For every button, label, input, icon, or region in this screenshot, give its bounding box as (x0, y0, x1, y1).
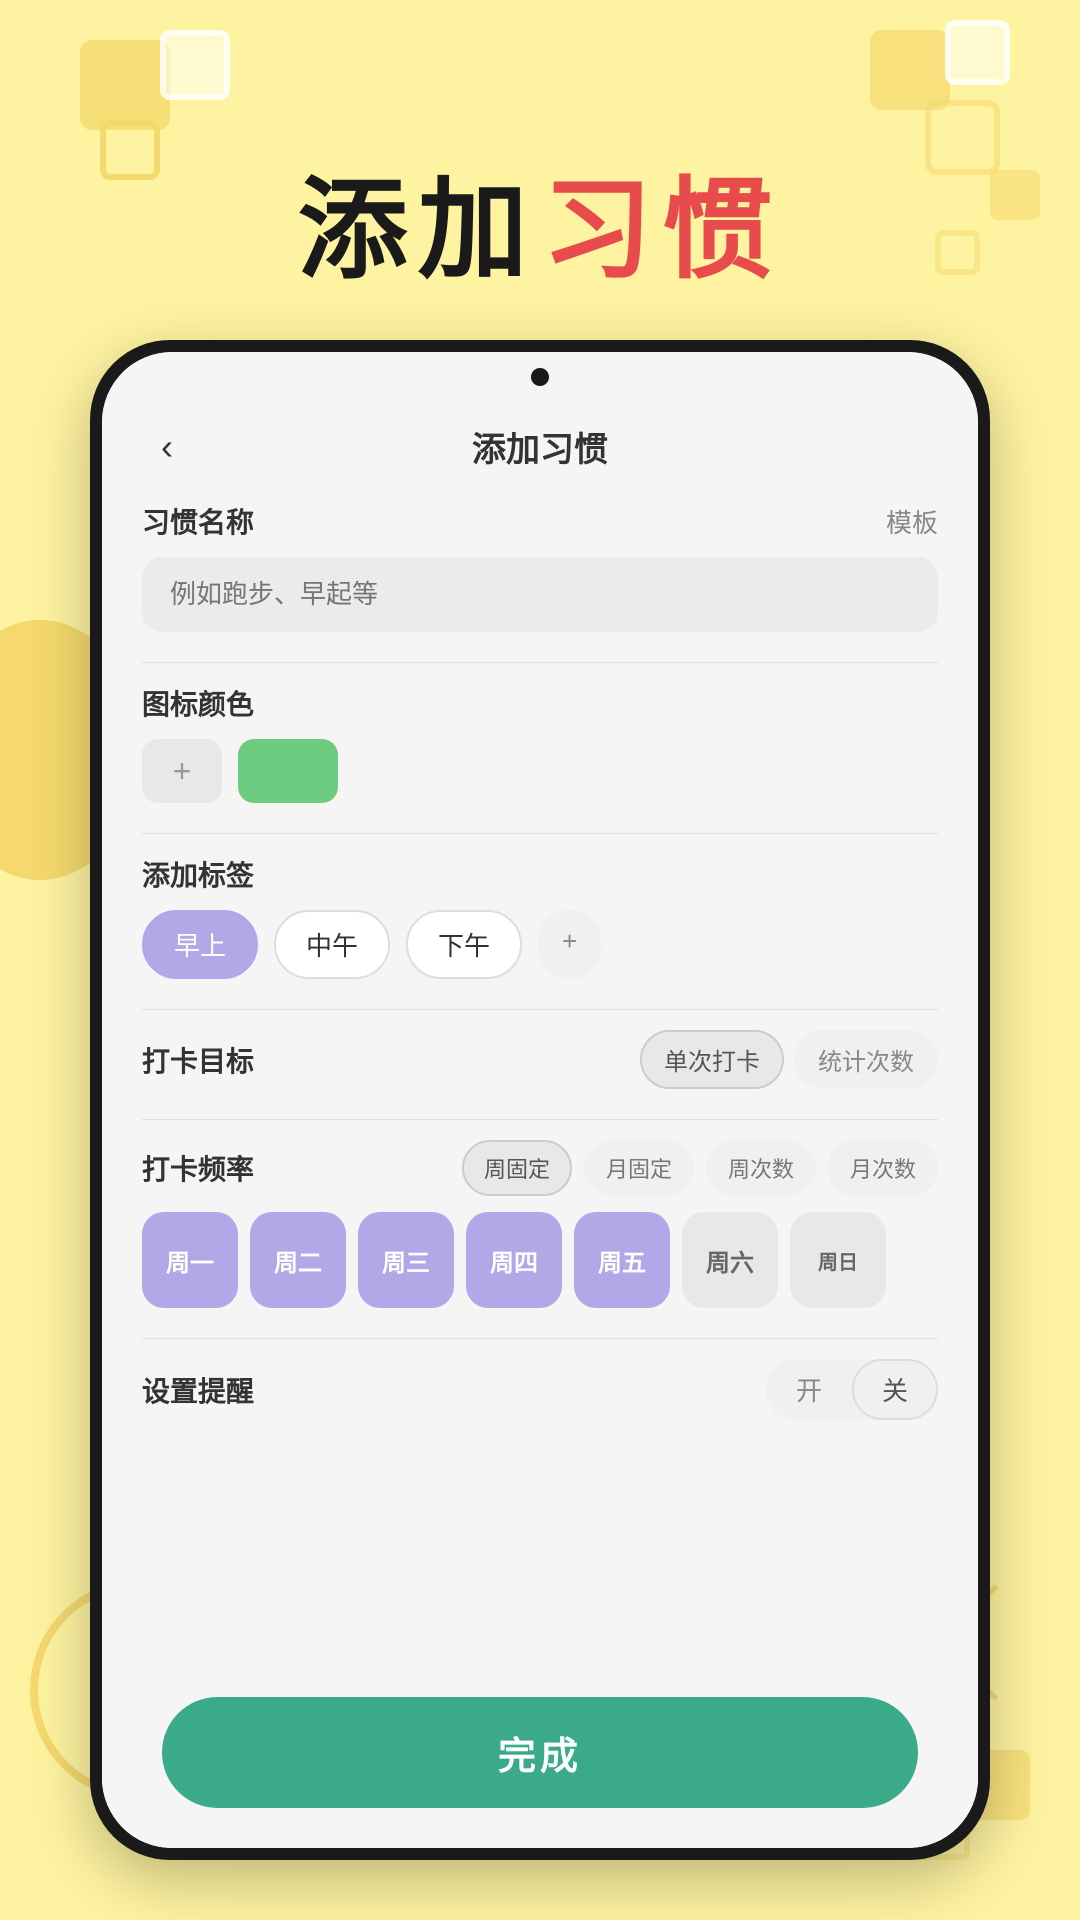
icon-color-header: 图标颜色 (142, 683, 938, 723)
day-sat[interactable]: 周六 (682, 1212, 778, 1308)
reminder-label: 设置提醒 (142, 1370, 254, 1410)
add-tag-header: 添加标签 (142, 854, 938, 894)
phone-screen: ‹ 添加习惯 习惯名称 模板 图标颜色 (102, 352, 978, 1848)
complete-button[interactable]: 完成 (162, 1697, 918, 1808)
day-thu[interactable]: 周四 (466, 1212, 562, 1308)
color-swatch-green[interactable] (238, 739, 338, 803)
icon-color-label: 图标颜色 (142, 683, 254, 723)
page-title-area: 添加 习惯 (0, 140, 1080, 300)
add-tag-label: 添加标签 (142, 854, 254, 894)
day-sun[interactable]: 周日 (790, 1212, 886, 1308)
habit-name-input[interactable] (142, 557, 938, 632)
add-tag-section: 添加标签 早上 中午 下午 + (142, 854, 938, 979)
day-wed[interactable]: 周三 (358, 1212, 454, 1308)
phone-notch (102, 352, 978, 402)
divider-1 (142, 662, 938, 663)
template-action[interactable]: 模板 (886, 503, 938, 540)
icon-color-row: + (142, 739, 938, 803)
checkin-goal-label: 打卡目标 (142, 1040, 254, 1080)
goal-single-option[interactable]: 单次打卡 (640, 1030, 784, 1089)
day-fri[interactable]: 周五 (574, 1212, 670, 1308)
checkin-goal-section: 打卡目标 单次打卡 统计次数 (142, 1030, 938, 1089)
complete-button-area: 完成 (102, 1677, 978, 1848)
header-title: 添加习惯 (472, 422, 608, 471)
freq-tab-week-fixed[interactable]: 周固定 (462, 1140, 572, 1196)
add-icon-button[interactable]: + (142, 739, 222, 803)
habit-name-header: 习惯名称 模板 (142, 501, 938, 541)
day-mon[interactable]: 周一 (142, 1212, 238, 1308)
app-header: ‹ 添加习惯 (142, 402, 938, 501)
freq-tab-week-count[interactable]: 周次数 (706, 1140, 816, 1196)
divider-4 (142, 1119, 938, 1120)
divider-2 (142, 833, 938, 834)
app-content: ‹ 添加习惯 习惯名称 模板 图标颜色 (102, 402, 978, 1848)
checkin-freq-label: 打卡频率 (142, 1148, 254, 1188)
habit-name-label: 习惯名称 (142, 501, 254, 541)
days-row: 周一 周二 周三 周四 周五 (142, 1212, 938, 1308)
habit-name-section: 习惯名称 模板 (142, 501, 938, 632)
tag-noon[interactable]: 中午 (274, 910, 390, 979)
freq-tab-month-fixed[interactable]: 月固定 (584, 1140, 694, 1196)
reminder-toggle-group: 开 关 (766, 1359, 938, 1420)
title-part2: 习惯 (542, 169, 782, 292)
freq-tab-month-count[interactable]: 月次数 (828, 1140, 938, 1196)
checkin-freq-section: 打卡频率 周固定 月固定 周次数 月 (142, 1140, 938, 1308)
reminder-on-button[interactable]: 开 (766, 1359, 852, 1420)
plus-icon: + (173, 753, 192, 790)
tags-row: 早上 中午 下午 + (142, 910, 938, 979)
goal-count-option[interactable]: 统计次数 (794, 1030, 938, 1089)
title-part1: 添加 (298, 169, 538, 292)
add-tag-button[interactable]: + (538, 910, 601, 979)
plus-icon: + (562, 926, 577, 956)
camera-dot (531, 368, 549, 386)
tag-afternoon[interactable]: 下午 (406, 910, 522, 979)
icon-color-section: 图标颜色 + (142, 683, 938, 803)
tag-morning[interactable]: 早上 (142, 910, 258, 979)
day-tue[interactable]: 周二 (250, 1212, 346, 1308)
checkin-goal-row: 打卡目标 单次打卡 统计次数 (142, 1030, 938, 1089)
phone-mockup: ‹ 添加习惯 习惯名称 模板 图标颜色 (90, 340, 990, 1860)
checkin-goal-options: 单次打卡 统计次数 (640, 1030, 938, 1089)
reminder-section: 设置提醒 开 关 (142, 1359, 938, 1420)
reminder-off-button[interactable]: 关 (852, 1359, 938, 1420)
reminder-row: 设置提醒 开 关 (142, 1359, 938, 1420)
checkin-freq-header-row: 打卡频率 周固定 月固定 周次数 月 (142, 1140, 938, 1196)
freq-tabs: 周固定 月固定 周次数 月次数 (462, 1140, 938, 1196)
divider-3 (142, 1009, 938, 1010)
back-button[interactable]: ‹ (142, 422, 192, 472)
divider-5 (142, 1338, 938, 1339)
